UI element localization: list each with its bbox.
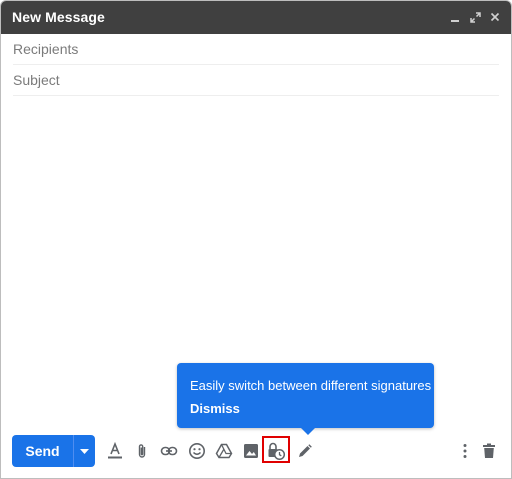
send-options-button[interactable] (73, 435, 95, 467)
tip-message: Easily switch between different signatur… (190, 378, 432, 393)
link-icon[interactable] (158, 440, 180, 462)
formatting-icon[interactable] (104, 440, 126, 462)
highlight-box (262, 436, 290, 463)
trash-icon[interactable] (478, 440, 500, 462)
more-options-icon[interactable] (454, 440, 476, 462)
subject-input[interactable] (13, 66, 499, 94)
recipients-row (13, 34, 499, 65)
compose-titlebar[interactable]: New Message (1, 1, 511, 34)
send-button-group: Send (12, 435, 95, 467)
tooltip-pointer (300, 427, 316, 435)
expand-icon[interactable] (465, 7, 485, 27)
drive-icon[interactable] (213, 440, 235, 462)
photo-icon[interactable] (240, 440, 262, 462)
dropdown-arrow-icon (80, 442, 89, 460)
dismiss-button[interactable]: Dismiss (190, 401, 240, 416)
compose-title: New Message (12, 9, 105, 25)
signature-icon[interactable] (294, 440, 316, 462)
minimize-icon[interactable] (445, 7, 465, 27)
attach-icon[interactable] (131, 440, 153, 462)
close-icon[interactable] (485, 7, 505, 27)
signature-tip-popup: Easily switch between different signatur… (177, 363, 434, 428)
send-button[interactable]: Send (12, 435, 73, 467)
subject-row (13, 65, 499, 96)
recipients-input[interactable] (13, 35, 499, 63)
emoji-icon[interactable] (186, 440, 208, 462)
